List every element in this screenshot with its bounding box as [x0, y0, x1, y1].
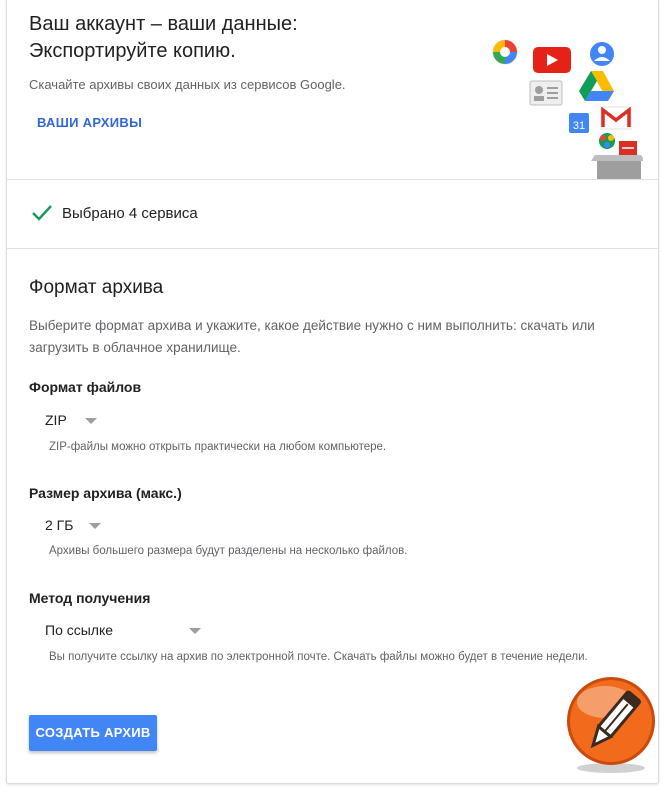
hangouts-icon: [599, 133, 615, 149]
page-title-line-1: Ваш аккаунт – ваши данные:: [29, 13, 298, 35]
delivery-method-value: По ссылке: [45, 622, 114, 638]
archive-size-hint: Архивы большего размера будут разделены …: [49, 545, 408, 557]
chevron-down-icon: [189, 628, 201, 634]
file-format-value: ZIP: [45, 412, 67, 428]
delivery-method-label: Метод получения: [29, 590, 151, 606]
create-archive-button[interactable]: СОЗДАТЬ АРХИВ: [29, 715, 157, 751]
chevron-down-icon: [89, 523, 101, 529]
archive-size-value: 2 ГБ: [45, 517, 74, 533]
delivery-method-hint: Вы получите ссылку на архив по электронн…: [49, 651, 588, 663]
section-description: Выберите формат архива и укажите, какое …: [29, 318, 595, 355]
chevron-down-icon: [85, 418, 97, 424]
pencil-logo-icon: [567, 677, 655, 773]
file-format-hint: ZIP-файлы можно открыть практически на л…: [49, 441, 387, 453]
header-section: Ваш аккаунт – ваши данные: Экспортируйте…: [7, 0, 658, 180]
your-archives-link[interactable]: ВАШИ АРХИВЫ: [37, 115, 142, 130]
archive-size-label: Размер архива (макс.): [29, 485, 182, 501]
takeout-box-icon: [591, 141, 643, 179]
section-title: Формат архива: [29, 277, 164, 298]
takeout-card: Ваш аккаунт – ваши данные: Экспортируйте…: [6, 0, 659, 784]
selected-services-label: Выбрано 4 сервиса: [62, 205, 198, 222]
svg-text:31: 31: [573, 120, 585, 132]
youtube-icon: [533, 47, 571, 73]
file-format-label: Формат файлов: [29, 379, 142, 395]
selected-services-row[interactable]: Выбрано 4 сервиса: [7, 180, 658, 249]
archive-size-dropdown[interactable]: 2 ГБ: [45, 517, 103, 535]
gmail-icon: [600, 106, 632, 130]
contacts-icon: [529, 80, 563, 106]
picasa-icon: [492, 39, 518, 65]
page-subtitle: Скачайте архивы своих данных из сервисов…: [29, 77, 346, 92]
page-title: Ваш аккаунт – ваши данные: Экспортируйте…: [29, 11, 298, 65]
checkmark-icon: [32, 205, 52, 221]
file-format-dropdown[interactable]: ZIP: [45, 412, 101, 430]
google-services-illustration: 31: [492, 39, 643, 179]
calendar-icon: 31: [569, 113, 589, 133]
drive-icon: [579, 71, 614, 101]
account-icon: [590, 42, 614, 66]
delivery-method-dropdown[interactable]: По ссылке: [45, 622, 205, 640]
page-title-line-2: Экспортируйте копию.: [29, 40, 236, 62]
